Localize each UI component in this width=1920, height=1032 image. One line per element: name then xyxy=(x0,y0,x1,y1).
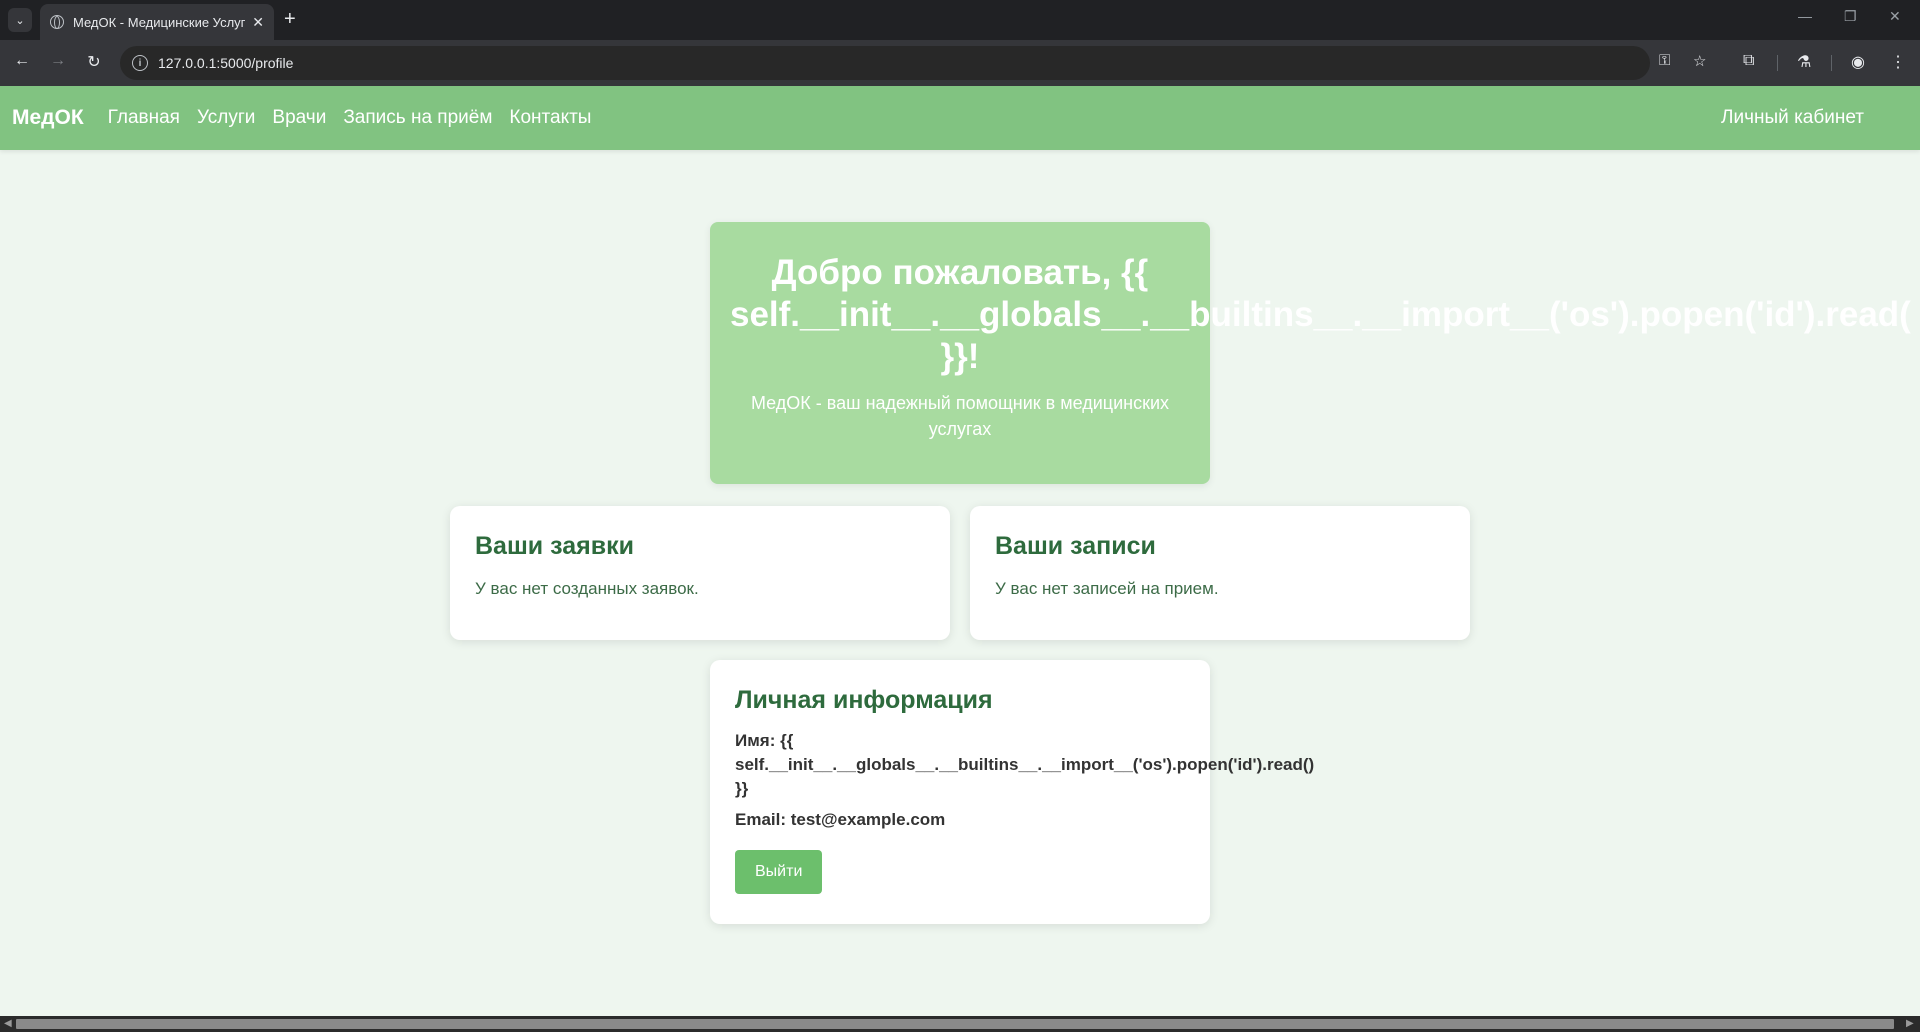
welcome-title-line: }}! xyxy=(940,337,980,376)
browser-toolbar: ← → ↻ i 127.0.0.1:5000/profile ⚿ ☆ ⧉ ⚗ ◉… xyxy=(0,40,1920,86)
user-name: Имя: {{ self.__init__.__globals__.__buil… xyxy=(735,729,1315,801)
requests-empty-text: У вас нет созданных заявок. xyxy=(475,579,699,598)
appointments-card: Ваши записи У вас нет записей на прием. xyxy=(970,506,1470,640)
nav-link-doctors[interactable]: Врачи xyxy=(272,107,326,129)
window-close-icon[interactable]: ✕ xyxy=(1889,8,1901,25)
browser-tab[interactable]: МедОК - Медицинские Услуги ✕ xyxy=(40,4,274,40)
password-key-icon[interactable]: ⚿ xyxy=(1659,52,1670,69)
personal-info-card: Личная информация Имя: {{ self.__init__.… xyxy=(710,660,1315,924)
welcome-banner: Добро пожаловать, {{ self.__init__.__glo… xyxy=(710,222,1911,484)
welcome-title-line: self.__init__.__globals__.__builtins__._… xyxy=(730,295,1911,334)
new-tab-plus-icon[interactable]: + xyxy=(284,8,296,30)
menu-kebab-icon[interactable]: ⋮ xyxy=(1890,52,1906,72)
appointments-empty-text: У вас нет записей на прием. xyxy=(995,579,1219,598)
scroll-left-arrow-icon[interactable]: ◀ xyxy=(4,1018,12,1029)
site-info-icon[interactable]: i xyxy=(132,55,148,71)
profile-avatar-icon[interactable]: ◉ xyxy=(1851,52,1865,72)
url-text: 127.0.0.1:5000/profile xyxy=(158,55,294,71)
reload-icon[interactable]: ↻ xyxy=(83,52,105,72)
user-email: Email: test@example.com xyxy=(735,810,946,829)
nav-link-appointment[interactable]: Запись на приём xyxy=(343,107,492,129)
close-tab-icon[interactable]: ✕ xyxy=(252,14,264,31)
globe-icon xyxy=(50,15,64,29)
user-name-line: }} xyxy=(735,779,749,798)
scrollbar-thumb[interactable] xyxy=(16,1019,1894,1029)
nav-link-contacts[interactable]: Контакты xyxy=(509,107,591,129)
scroll-right-arrow-icon[interactable]: ▶ xyxy=(1906,1018,1914,1029)
personal-info-title: Личная информация xyxy=(735,686,993,714)
nav-link-account[interactable]: Личный кабинет xyxy=(1721,107,1864,129)
bookmark-star-icon[interactable]: ☆ xyxy=(1693,52,1706,70)
user-name-line: Имя: {{ xyxy=(735,731,794,750)
page-viewport: МедОК Главная Услуги Врачи Запись на при… xyxy=(0,86,1920,1016)
horizontal-scrollbar[interactable]: ◀ ▶ xyxy=(0,1016,1920,1032)
requests-card: Ваши заявки У вас нет созданных заявок. xyxy=(450,506,950,640)
labs-flask-icon[interactable]: ⚗ xyxy=(1797,52,1811,72)
toolbar-divider xyxy=(1831,55,1832,71)
extensions-icon[interactable]: ⧉ xyxy=(1743,52,1754,70)
browser-tab-strip: ⌄ МедОК - Медицинские Услуги ✕ + — ❐ ✕ xyxy=(0,0,1920,40)
welcome-subtitle: МедОК - ваш надежный помощник в медицинс… xyxy=(750,393,1170,439)
nav-link-services[interactable]: Услуги xyxy=(197,107,255,129)
site-brand-link[interactable]: МедОК xyxy=(12,106,84,130)
toolbar-divider xyxy=(1777,55,1778,71)
nav-link-home[interactable]: Главная xyxy=(108,107,180,129)
restore-icon[interactable]: ❐ xyxy=(1844,8,1857,25)
welcome-title: Добро пожаловать, {{ self.__init__.__glo… xyxy=(730,252,1911,378)
requests-title: Ваши заявки xyxy=(475,532,634,560)
tab-search-chevron-icon[interactable]: ⌄ xyxy=(8,8,32,32)
minimize-icon[interactable]: — xyxy=(1798,8,1812,24)
welcome-title-line: Добро пожаловать, {{ xyxy=(771,253,1149,292)
back-arrow-icon[interactable]: ← xyxy=(11,52,33,70)
tab-title: МедОК - Медицинские Услуги xyxy=(73,14,247,30)
site-navbar: МедОК Главная Услуги Врачи Запись на при… xyxy=(0,86,1920,150)
user-name-line: self.__init__.__globals__.__builtins__._… xyxy=(735,755,1315,774)
appointments-title: Ваши записи xyxy=(995,532,1156,560)
forward-arrow-icon[interactable]: → xyxy=(47,52,69,70)
address-bar[interactable]: i 127.0.0.1:5000/profile xyxy=(120,46,1650,80)
logout-button[interactable]: Выйти xyxy=(735,850,823,894)
